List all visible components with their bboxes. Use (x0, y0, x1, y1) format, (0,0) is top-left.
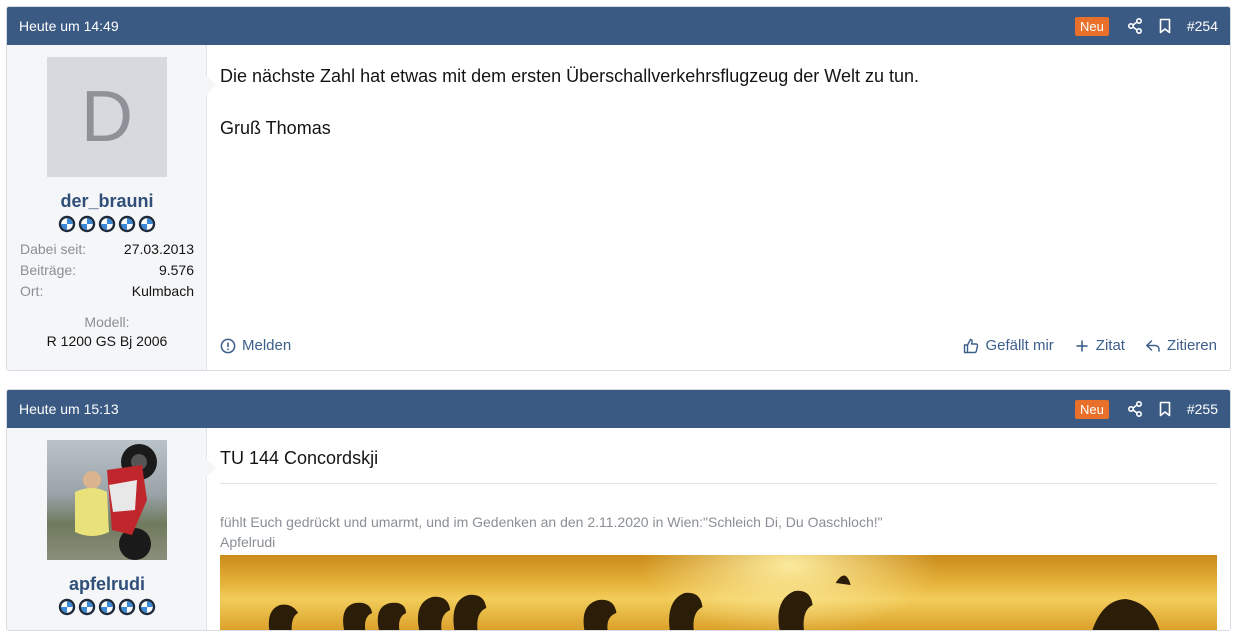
message-text: TU 144 Concordskji (220, 448, 1217, 484)
post-date[interactable]: Heute um 15:13 (19, 401, 1075, 417)
post-header: Heute um 15:13 Neu #255 (7, 390, 1230, 428)
post-255: Heute um 15:13 Neu #255 apfelrudi TU 144… (6, 389, 1231, 631)
post-header: Heute um 14:49 Neu #254 (7, 7, 1230, 45)
share-icon[interactable] (1127, 18, 1143, 34)
stat-label: Dabei seit: (20, 241, 87, 257)
stat-value: 9.576 (158, 262, 194, 278)
like-label: Gefällt mir (985, 337, 1054, 354)
post-actions: Melden Gefällt mir Zitat Zitieren (220, 337, 1217, 354)
reply-button[interactable]: Zitieren (1145, 337, 1217, 354)
post-body: apfelrudi TU 144 Concordskji fühlt Euch … (7, 428, 1230, 630)
rank-icons (20, 598, 194, 616)
multiquote-button[interactable]: Zitat (1074, 337, 1125, 354)
avatar[interactable] (47, 440, 167, 560)
rank-roundel-icon (58, 598, 76, 616)
rank-roundel-icon (138, 215, 156, 233)
stat-label: Ort: (20, 283, 44, 299)
rank-roundel-icon (58, 215, 76, 233)
message-pointer (206, 458, 216, 478)
share-icon[interactable] (1127, 401, 1143, 417)
user-info: apfelrudi (7, 428, 207, 630)
username[interactable]: der_brauni (20, 191, 194, 212)
model-value: R 1200 GS Bj 2006 (46, 333, 168, 349)
rank-roundel-icon (78, 215, 96, 233)
reply-label: Zitieren (1166, 337, 1217, 354)
post-number[interactable]: #255 (1187, 401, 1218, 417)
stat-joined: Dabei seit: 27.03.2013 (20, 239, 194, 260)
new-badge: Neu (1074, 16, 1109, 36)
post-254: Heute um 14:49 Neu #254 D der_brauni Dab… (6, 6, 1231, 371)
post-date[interactable]: Heute um 14:49 (19, 18, 1075, 34)
message-text: Die nächste Zahl hat etwas mit dem erste… (220, 63, 1217, 141)
stat-posts: Beiträge: 9.576 (20, 260, 194, 281)
rank-roundel-icon (78, 598, 96, 616)
stat-value: Kulmbach (131, 283, 194, 299)
username[interactable]: apfelrudi (20, 574, 194, 595)
penguin-silhouettes (268, 575, 1160, 630)
report-icon (220, 338, 236, 353)
signature-line: fühlt Euch gedrückt und umarmt, und im G… (220, 514, 883, 530)
post-content: TU 144 Concordskji fühlt Euch gedrückt u… (206, 428, 1230, 630)
report-button[interactable]: Melden (220, 337, 291, 354)
signature-line: Apfelrudi (220, 534, 276, 550)
report-label: Melden (242, 337, 292, 354)
stat-location: Ort: Kulmbach (20, 281, 194, 302)
multiquote-label: Zitat (1095, 337, 1125, 354)
post-body: D der_brauni Dabei seit: 27.03.2013 Beit… (7, 45, 1230, 370)
rank-roundel-icon (118, 215, 136, 233)
rank-roundel-icon (98, 215, 116, 233)
thumbs-up-icon (964, 338, 979, 353)
bookmark-icon[interactable] (1157, 18, 1173, 34)
rank-roundel-icon (98, 598, 116, 616)
reply-icon (1146, 339, 1160, 352)
message-pointer (206, 75, 216, 95)
stat-label: Beiträge: (20, 262, 77, 278)
signature: fühlt Euch gedrückt und umarmt, und im G… (220, 512, 1217, 552)
user-stats: Dabei seit: 27.03.2013 Beiträge: 9.576 O… (20, 239, 194, 302)
rank-roundel-icon (118, 598, 136, 616)
bookmark-icon[interactable] (1157, 401, 1173, 417)
avatar[interactable]: D (47, 57, 167, 177)
rank-icons (20, 215, 194, 233)
stat-value: 27.03.2013 (123, 241, 194, 257)
like-button[interactable]: Gefällt mir (963, 337, 1054, 354)
avatar-photo (75, 444, 157, 560)
message-line: Gruß Thomas (220, 118, 331, 138)
post-content: Die nächste Zahl hat etwas mit dem erste… (206, 45, 1230, 370)
plus-icon (1076, 340, 1088, 351)
model-label: Modell: (84, 314, 130, 330)
user-info: D der_brauni Dabei seit: 27.03.2013 Beit… (7, 45, 207, 370)
message-line: Die nächste Zahl hat etwas mit dem erste… (220, 66, 919, 86)
signature-image (220, 555, 1217, 630)
new-badge: Neu (1074, 399, 1109, 419)
rank-roundel-icon (138, 598, 156, 616)
post-number[interactable]: #254 (1187, 18, 1218, 34)
